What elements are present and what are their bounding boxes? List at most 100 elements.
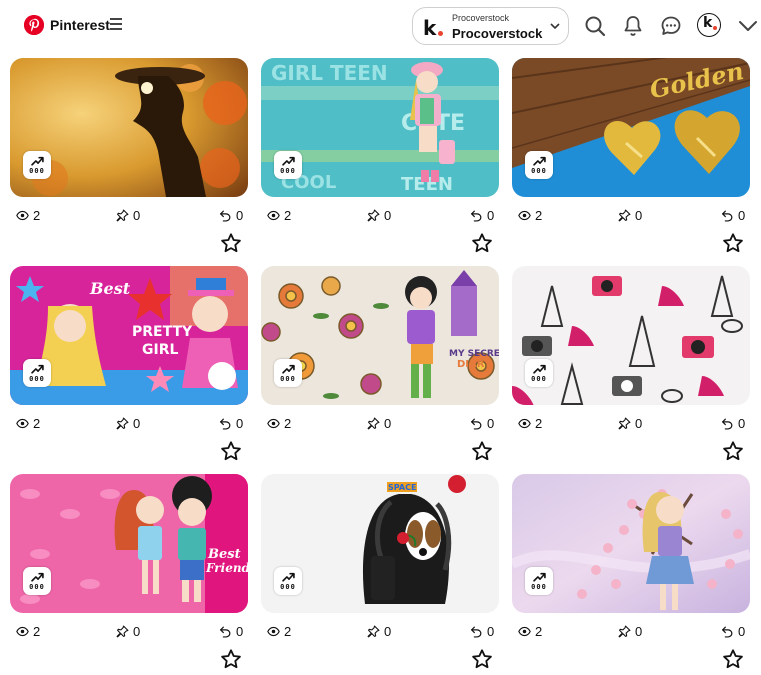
views-stat: 2 [16, 208, 40, 223]
star-icon[interactable] [722, 232, 744, 254]
repins-stat[interactable]: 0 [219, 624, 243, 639]
trend-dots: 000 [531, 166, 547, 175]
pin-card[interactable]: Best Friends 000 2 0 0 [10, 474, 248, 674]
pin-card[interactable]: SPACE 000 2 0 0 [261, 474, 499, 674]
trending-icon[interactable]: 000 [23, 567, 51, 595]
menu-icon[interactable] [110, 18, 122, 30]
account-logo-dot [438, 31, 443, 36]
trend-arrow-icon [30, 156, 44, 166]
chat-icon[interactable] [659, 14, 683, 38]
chevron-down-icon[interactable] [736, 14, 760, 38]
pin-save-icon [116, 209, 129, 222]
trending-icon[interactable]: 000 [274, 151, 302, 179]
repins-count: 0 [487, 624, 495, 639]
account-label: Procoverstock [452, 26, 543, 41]
pin-card[interactable]: MY SECRET DIARY 000 2 0 0 [261, 266, 499, 466]
svg-text:GIRL TEEN: GIRL TEEN [271, 61, 388, 85]
avatar[interactable]: k [697, 13, 721, 37]
trending-icon[interactable]: 000 [23, 359, 51, 387]
pin-stats: 2 0 0 [267, 208, 495, 224]
trend-arrow-icon [532, 156, 546, 166]
saves-stat[interactable]: 0 [618, 416, 642, 431]
views-count: 2 [284, 624, 292, 639]
svg-text:Best: Best [89, 279, 131, 298]
pin-stats: 2 0 0 [16, 624, 244, 640]
star-icon[interactable] [471, 232, 493, 254]
pin-card[interactable]: Golden 000 200 [512, 58, 750, 258]
trending-icon[interactable]: 000 [525, 567, 553, 595]
star-icon[interactable] [220, 232, 242, 254]
brand-name[interactable]: Pinterest [50, 17, 110, 33]
repins-stat[interactable]: 0 [470, 208, 494, 223]
pin-card[interactable]: GIRL TEEN CUTE COOL TEEN 000 200 [261, 58, 499, 258]
pin-save-icon [116, 417, 129, 430]
trend-dots: 000 [29, 374, 45, 383]
repins-stat[interactable]: 0 [721, 208, 745, 223]
saves-stat[interactable]: 0 [618, 624, 642, 639]
repins-stat[interactable]: 0 [721, 416, 745, 431]
repin-icon [220, 626, 231, 638]
star-icon[interactable] [471, 440, 493, 462]
repins-stat[interactable]: 0 [470, 416, 494, 431]
pin-card[interactable]: 000 2 0 0 [512, 474, 750, 674]
avatar-dot [713, 26, 717, 30]
trending-icon[interactable]: 000 [274, 567, 302, 595]
saves-stat[interactable]: 0 [116, 624, 140, 639]
repins-count: 0 [236, 624, 244, 639]
star-icon[interactable] [471, 648, 493, 670]
trend-arrow-icon [30, 364, 44, 374]
trending-icon[interactable]: 000 [23, 151, 51, 179]
trend-dots: 000 [29, 166, 45, 175]
views-count: 2 [284, 416, 292, 431]
saves-stat[interactable]: 0 [367, 208, 391, 223]
views-count: 2 [535, 208, 543, 223]
saves-count: 0 [384, 208, 392, 223]
trending-icon[interactable]: 000 [274, 359, 302, 387]
account-switcher[interactable]: k Procoverstock Procoverstock [412, 7, 569, 45]
views-icon [16, 626, 29, 637]
trend-arrow-icon [532, 572, 546, 582]
search-icon[interactable] [583, 14, 607, 38]
repins-count: 0 [738, 416, 746, 431]
trend-dots: 000 [280, 582, 296, 591]
chevron-down-icon [550, 23, 560, 30]
star-icon[interactable] [220, 440, 242, 462]
repins-stat[interactable]: 0 [721, 624, 745, 639]
pin-stats: 2 0 0 [518, 416, 746, 432]
svg-text:MY SECRET: MY SECRET [449, 349, 499, 359]
saves-stat[interactable]: 0 [367, 624, 391, 639]
saves-stat[interactable]: 0 [116, 416, 140, 431]
trend-dots: 000 [280, 166, 296, 175]
trending-icon[interactable]: 000 [525, 359, 553, 387]
star-icon[interactable] [722, 440, 744, 462]
pinterest-logo-icon[interactable] [24, 15, 44, 35]
pin-card[interactable]: Best PRETTY GIRL 000 2 0 0 [10, 266, 248, 466]
repins-stat[interactable]: 0 [219, 208, 243, 223]
pin-card[interactable]: 000 2 0 0 [10, 58, 248, 258]
pin-save-icon [367, 209, 380, 222]
saves-stat[interactable]: 0 [116, 208, 140, 223]
saves-stat[interactable]: 0 [618, 208, 642, 223]
views-stat: 2 [16, 416, 40, 431]
views-icon [518, 418, 531, 429]
repins-stat[interactable]: 0 [470, 624, 494, 639]
views-icon [267, 210, 280, 221]
views-icon [518, 626, 531, 637]
views-stat: 2 [267, 208, 291, 223]
pin-save-icon [618, 625, 631, 638]
pin-card[interactable]: 000 2 0 0 [512, 266, 750, 466]
saves-count: 0 [133, 416, 141, 431]
bell-icon[interactable] [621, 14, 645, 38]
repin-icon [220, 210, 231, 222]
trending-icon[interactable]: 000 [525, 151, 553, 179]
pin-save-icon [367, 625, 380, 638]
repins-stat[interactable]: 0 [219, 416, 243, 431]
pinterest-p-icon [24, 15, 44, 35]
star-icon[interactable] [220, 648, 242, 670]
views-count: 2 [33, 624, 41, 639]
saves-stat[interactable]: 0 [367, 416, 391, 431]
star-icon[interactable] [722, 648, 744, 670]
repin-icon [471, 210, 482, 222]
repin-icon [722, 626, 733, 638]
views-count: 2 [33, 208, 41, 223]
